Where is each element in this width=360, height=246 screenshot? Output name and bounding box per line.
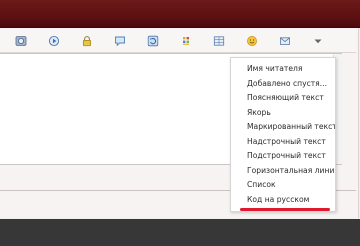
speech-bubble-icon [115,36,125,47]
dropdown-arrow-icon [314,39,322,44]
media-button[interactable] [47,34,61,48]
color-button[interactable] [179,34,193,48]
image-icon [15,36,27,46]
quote-button[interactable] [113,34,127,48]
image-button[interactable] [14,34,28,48]
menu-item-anchor[interactable]: Якорь [231,106,335,121]
refresh-icon [147,35,159,47]
menu-item-added-later[interactable]: Добавлено спустя... [231,77,335,92]
menu-item-explanatory-text[interactable]: Поясняющий текст [231,91,335,106]
menu-item-russian-code[interactable]: Код на русском [231,193,335,208]
color-grid-icon [183,37,189,45]
smiley-button[interactable] [245,34,259,48]
menu-item-horizontal-line[interactable]: Горизонтальная линия [231,164,335,179]
smiley-icon [247,36,257,46]
lock-button[interactable] [80,34,94,48]
more-button[interactable] [311,34,325,48]
lock-icon [82,36,92,47]
table-icon [213,36,225,46]
menu-item-list[interactable]: Список [231,178,335,193]
more-options-dropdown: Имя читателя Добавлено спустя... Поясняю… [230,57,336,212]
header-bar [0,0,360,28]
footer-bar [0,219,360,246]
table-button[interactable] [212,34,226,48]
highlight-underline [240,208,330,211]
menu-item-subscript[interactable]: Подстрочный текст [231,149,335,164]
menu-item-marked-text[interactable]: Маркированный текст [231,120,335,135]
editor-toolbar [0,30,356,53]
menu-item-superscript[interactable]: Надстрочный текст [231,135,335,150]
envelope-icon [279,37,290,45]
refresh-button[interactable] [146,34,160,48]
media-play-icon [48,35,60,47]
email-button[interactable] [278,34,292,48]
menu-item-reader-name[interactable]: Имя читателя [231,62,335,77]
